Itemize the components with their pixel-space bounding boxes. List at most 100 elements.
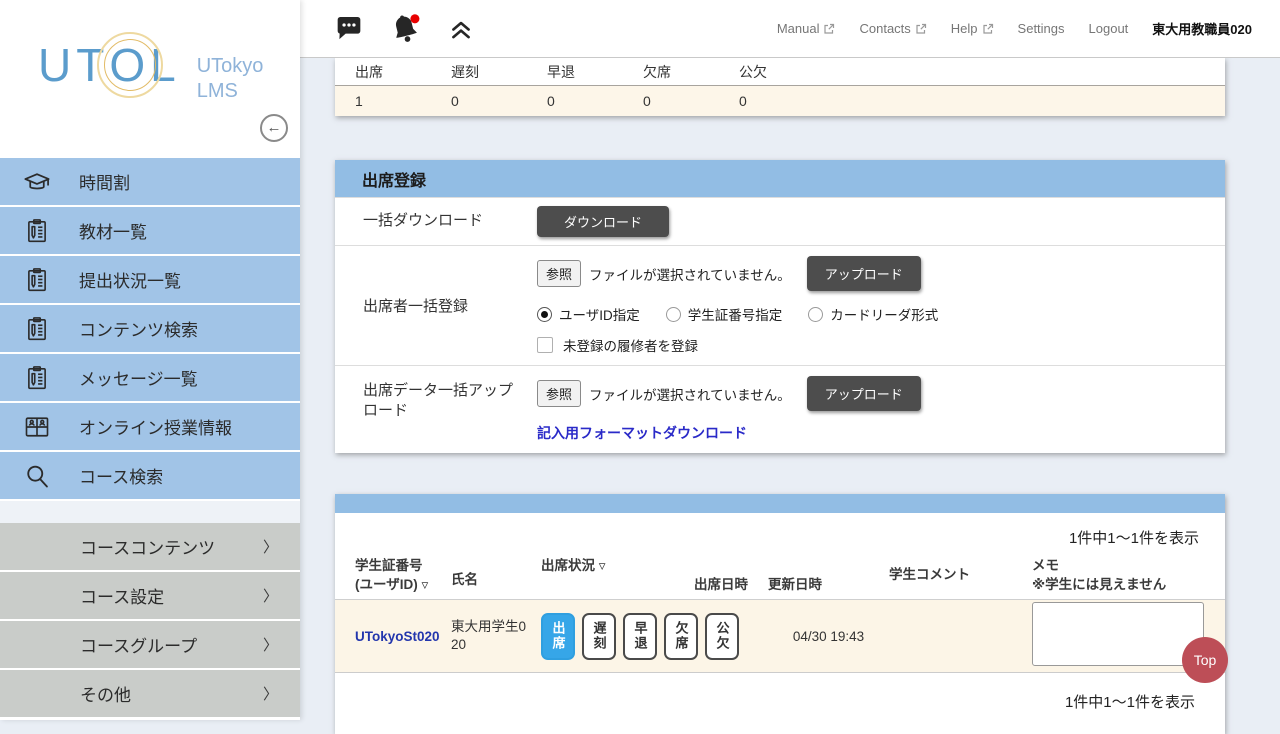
format-download-link[interactable]: 記入用フォーマットダウンロード <box>537 423 747 443</box>
summary-value-row: 1 0 0 0 0 <box>335 86 1225 116</box>
radio-card-reader-format[interactable]: カードリーダ形式 <box>808 304 938 324</box>
chevron-right-icon: 〉 <box>263 536 278 557</box>
data-upload-row: 出席データ一括アップロード 参照 ファイルが選択されていません。 アップロード … <box>335 365 1225 453</box>
status-button-present[interactable]: 出席 <box>541 613 575 660</box>
sidebar-subitem-label: コースコンテンツ <box>80 534 215 559</box>
sidebar-subitem-label: コースグループ <box>80 632 197 657</box>
logo-letter-o: O <box>109 42 150 88</box>
radio-student-card-number[interactable]: 学生証番号指定 <box>666 304 783 324</box>
result-count-top: 1件中1〜1件を表示 <box>335 513 1225 552</box>
sidebar-item-course-group[interactable]: コースグループ 〉 <box>0 621 300 668</box>
sidebar-item-label: コース検索 <box>79 463 163 488</box>
summary-header: 公欠 <box>739 62 835 82</box>
clipboard-icon <box>22 216 52 246</box>
sidebar-item-label: オンライン授業情報 <box>79 414 232 439</box>
chevron-right-icon: 〉 <box>263 585 278 606</box>
column-header-name: 氏名 <box>451 552 541 599</box>
no-file-selected-text: ファイルが選択されていません。 <box>589 384 791 404</box>
table-header-strip <box>335 494 1225 513</box>
student-table-header-row: 学生証番号 (ユーザID) ▿ 氏名 出席状況 ▿ 出席日時 更新日時 学生コメ… <box>335 552 1225 600</box>
sidebar-item-timetable[interactable]: 時間割 <box>0 158 300 205</box>
student-name: 東大用学生020 <box>451 618 541 653</box>
contacts-link[interactable]: Contacts <box>859 21 926 36</box>
radio-button-icon[interactable] <box>808 307 823 322</box>
main-content: 出席 遅刻 早退 欠席 公欠 1 0 0 0 0 出席登録 一括ダウンロード ダ… <box>300 58 1280 720</box>
summary-header: 欠席 <box>643 62 739 82</box>
result-count-bottom: 1件中1〜1件を表示 <box>335 672 1225 734</box>
column-header-memo: メモ ※学生には見えません <box>1032 552 1205 599</box>
status-button-early-leave[interactable]: 早退 <box>623 613 657 660</box>
data-upload-label: 出席データ一括アップロード <box>335 366 537 453</box>
summary-value: 0 <box>643 93 739 109</box>
summary-value: 0 <box>739 93 835 109</box>
student-row: UTokyoSt020 東大用学生020 出席 遅刻 早退 欠席 公欠 04/3… <box>335 600 1225 672</box>
external-link-icon <box>915 23 927 35</box>
settings-link[interactable]: Settings <box>1018 21 1065 36</box>
upload-button[interactable]: アップロード <box>807 256 921 291</box>
column-header-status[interactable]: 出席状況 ▿ <box>541 552 694 599</box>
external-link-icon <box>982 23 994 35</box>
browse-file-button[interactable]: 参照 <box>537 260 581 287</box>
radio-button-icon[interactable] <box>666 307 681 322</box>
summary-value: 1 <box>355 93 451 109</box>
chevron-right-icon: 〉 <box>263 634 278 655</box>
memo-input[interactable] <box>1032 602 1204 666</box>
sidebar-item-content-search[interactable]: コンテンツ検索 <box>0 305 300 352</box>
summary-header: 出席 <box>355 62 451 82</box>
status-button-excused-absence[interactable]: 公欠 <box>705 613 739 660</box>
clipboard-icon <box>22 265 52 295</box>
sidebar-item-label: 時間割 <box>79 169 130 194</box>
external-link-icon <box>823 23 835 35</box>
top-bar: Manual Contacts Help Settings Logout 東大用… <box>300 0 1280 58</box>
clipboard-icon <box>22 363 52 393</box>
logout-link[interactable]: Logout <box>1089 21 1129 36</box>
collapse-sidebar-button[interactable]: ← <box>260 114 288 142</box>
column-header-student-comment: 学生コメント <box>889 552 1032 599</box>
search-icon <box>22 461 52 491</box>
sidebar-item-course-contents[interactable]: コースコンテンツ 〉 <box>0 523 300 570</box>
notifications-bell-icon[interactable] <box>388 12 422 46</box>
column-header-student-id[interactable]: 学生証番号 (ユーザID) ▿ <box>355 552 451 599</box>
sidebar-item-label: 教材一覧 <box>79 218 147 243</box>
radio-button-icon[interactable] <box>537 307 552 322</box>
radio-user-id[interactable]: ユーザID指定 <box>537 304 640 324</box>
summary-value: 0 <box>547 93 643 109</box>
sidebar-item-course-search[interactable]: コース検索 <box>0 452 300 499</box>
sidebar-subitem-label: その他 <box>80 681 131 706</box>
sidebar-item-others[interactable]: その他 〉 <box>0 670 300 717</box>
checkbox-icon[interactable] <box>537 337 553 353</box>
browse-file-button[interactable]: 参照 <box>537 380 581 407</box>
status-button-late[interactable]: 遅刻 <box>582 613 616 660</box>
manual-link[interactable]: Manual <box>777 21 836 36</box>
collapse-header-icon[interactable] <box>444 12 478 46</box>
download-button[interactable]: ダウンロード <box>537 206 669 237</box>
logo-area: UTOL UTokyo LMS ← <box>0 0 300 158</box>
bulk-download-label: 一括ダウンロード <box>335 211 537 231</box>
sidebar-subitem-label: コース設定 <box>80 583 164 608</box>
sidebar-divider <box>0 501 300 523</box>
help-link[interactable]: Help <box>951 21 994 36</box>
current-user-name: 東大用教職員020 <box>1152 19 1252 38</box>
scroll-to-top-button[interactable]: Top <box>1182 637 1228 683</box>
sidebar-item-messages[interactable]: メッセージ一覧 <box>0 354 300 401</box>
bulk-download-row: 一括ダウンロード ダウンロード <box>335 197 1225 245</box>
section-title: 出席登録 <box>335 160 1225 197</box>
student-id-link[interactable]: UTokyoSt020 <box>355 629 451 644</box>
summary-header: 遅刻 <box>451 62 547 82</box>
sidebar-item-course-settings[interactable]: コース設定 〉 <box>0 572 300 619</box>
bulk-register-row: 出席者一括登録 参照 ファイルが選択されていません。 アップロード ユーザID指… <box>335 245 1225 365</box>
upload-button[interactable]: アップロード <box>807 376 921 411</box>
register-unenrolled-option[interactable]: 未登録の履修者を登録 <box>537 335 1215 355</box>
sidebar-item-online-class-info[interactable]: オンライン授業情報 <box>0 403 300 450</box>
summary-header: 早退 <box>547 62 643 82</box>
online-class-icon <box>22 412 52 442</box>
sidebar-item-materials[interactable]: 教材一覧 <box>0 207 300 254</box>
sidebar-item-submission-status[interactable]: 提出状況一覧 <box>0 256 300 303</box>
update-time-cell: 04/30 19:43 <box>768 629 889 644</box>
messages-icon[interactable] <box>332 12 366 46</box>
bulk-register-label: 出席者一括登録 <box>335 246 537 365</box>
status-button-absent[interactable]: 欠席 <box>664 613 698 660</box>
sidebar-item-label: メッセージ一覧 <box>79 365 198 390</box>
status-button-group: 出席 遅刻 早退 欠席 公欠 <box>541 613 694 660</box>
graduation-cap-icon <box>22 167 52 197</box>
